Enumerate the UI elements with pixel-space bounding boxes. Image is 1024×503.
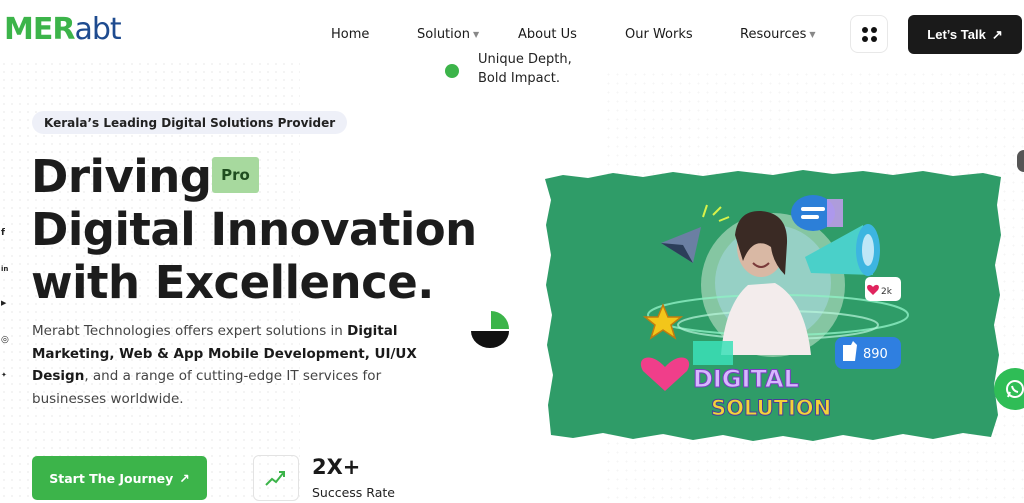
nav-solution[interactable]: Solution ▼ bbox=[417, 27, 479, 42]
chevron-down-icon: ▼ bbox=[809, 30, 816, 39]
nav-solution-label: Solution bbox=[417, 27, 470, 42]
hero-image: 2k 890 DIGITAL SOLUTION bbox=[545, 170, 1001, 441]
desc-part-a: Merabt Technologies offers expert soluti… bbox=[32, 323, 348, 339]
whatsapp-icon bbox=[1006, 380, 1024, 398]
nav-works-label: Our Works bbox=[625, 27, 693, 42]
logo-part-2: abt bbox=[74, 12, 121, 47]
tagline: Unique Depth, Bold Impact. bbox=[478, 50, 598, 88]
lets-talk-button[interactable]: Let’s Talk ↗ bbox=[908, 15, 1022, 54]
hero-pill-text: Kerala’s Leading Digital Solutions Provi… bbox=[44, 115, 336, 130]
pro-badge-text: Pro bbox=[221, 166, 250, 184]
nav-home[interactable]: Home bbox=[331, 27, 369, 42]
arrow-up-right-icon: ↗ bbox=[991, 26, 1003, 42]
twitter-icon[interactable]: ✦ bbox=[0, 371, 10, 379]
headline-line-2: Digital Innovation bbox=[31, 203, 477, 256]
chevron-down-icon: ▼ bbox=[472, 30, 480, 39]
stat-value: 2X+ bbox=[312, 455, 361, 479]
side-handle bbox=[1017, 150, 1024, 172]
nav-works[interactable]: Our Works bbox=[625, 27, 693, 42]
tagline-line-2: Bold Impact. bbox=[478, 71, 560, 86]
stat-label: Success Rate bbox=[312, 485, 395, 500]
headline-line-3: with Excellence. bbox=[31, 256, 434, 309]
facebook-icon[interactable]: f bbox=[0, 228, 10, 238]
hero-description: Merabt Technologies offers expert soluti… bbox=[32, 320, 442, 410]
image-title-line-1: DIGITAL bbox=[693, 365, 799, 393]
logo-part-1: MER bbox=[4, 12, 75, 47]
instagram-icon[interactable]: ◎ bbox=[0, 335, 10, 345]
hero-pill: Kerala’s Leading Digital Solutions Provi… bbox=[32, 111, 348, 134]
logo[interactable]: MER abt bbox=[4, 12, 122, 47]
start-journey-label: Start The Journey bbox=[49, 470, 174, 486]
arrow-up-right-icon: ↗ bbox=[179, 470, 190, 486]
pro-badge: Pro bbox=[212, 157, 259, 193]
tagline-dot bbox=[445, 64, 459, 78]
nav-resources-label: Resources bbox=[740, 27, 807, 42]
nav-resources[interactable]: Resources ▼ bbox=[740, 27, 816, 42]
nav-home-label: Home bbox=[331, 27, 370, 42]
thumbs-count: 890 bbox=[863, 347, 888, 362]
linkedin-icon[interactable]: in bbox=[0, 265, 10, 273]
bowl-decoration bbox=[471, 311, 509, 348]
grid-icon bbox=[861, 26, 877, 42]
menu-grid-button[interactable] bbox=[850, 15, 888, 53]
start-journey-button[interactable]: Start The Journey ↗ bbox=[32, 456, 207, 500]
nav-about-label: About Us bbox=[518, 27, 577, 42]
tagline-line-1: Unique Depth, bbox=[478, 52, 572, 67]
nav-about[interactable]: About Us bbox=[518, 27, 577, 42]
growth-chart-icon bbox=[253, 455, 299, 501]
desc-part-c: , and a range of cutting-edge IT service… bbox=[32, 368, 382, 407]
image-title-line-2: SOLUTION bbox=[711, 396, 831, 420]
youtube-icon[interactable]: ▶ bbox=[0, 299, 10, 307]
likes-count: 2k bbox=[881, 287, 893, 297]
lets-talk-label: Let’s Talk bbox=[927, 27, 986, 42]
